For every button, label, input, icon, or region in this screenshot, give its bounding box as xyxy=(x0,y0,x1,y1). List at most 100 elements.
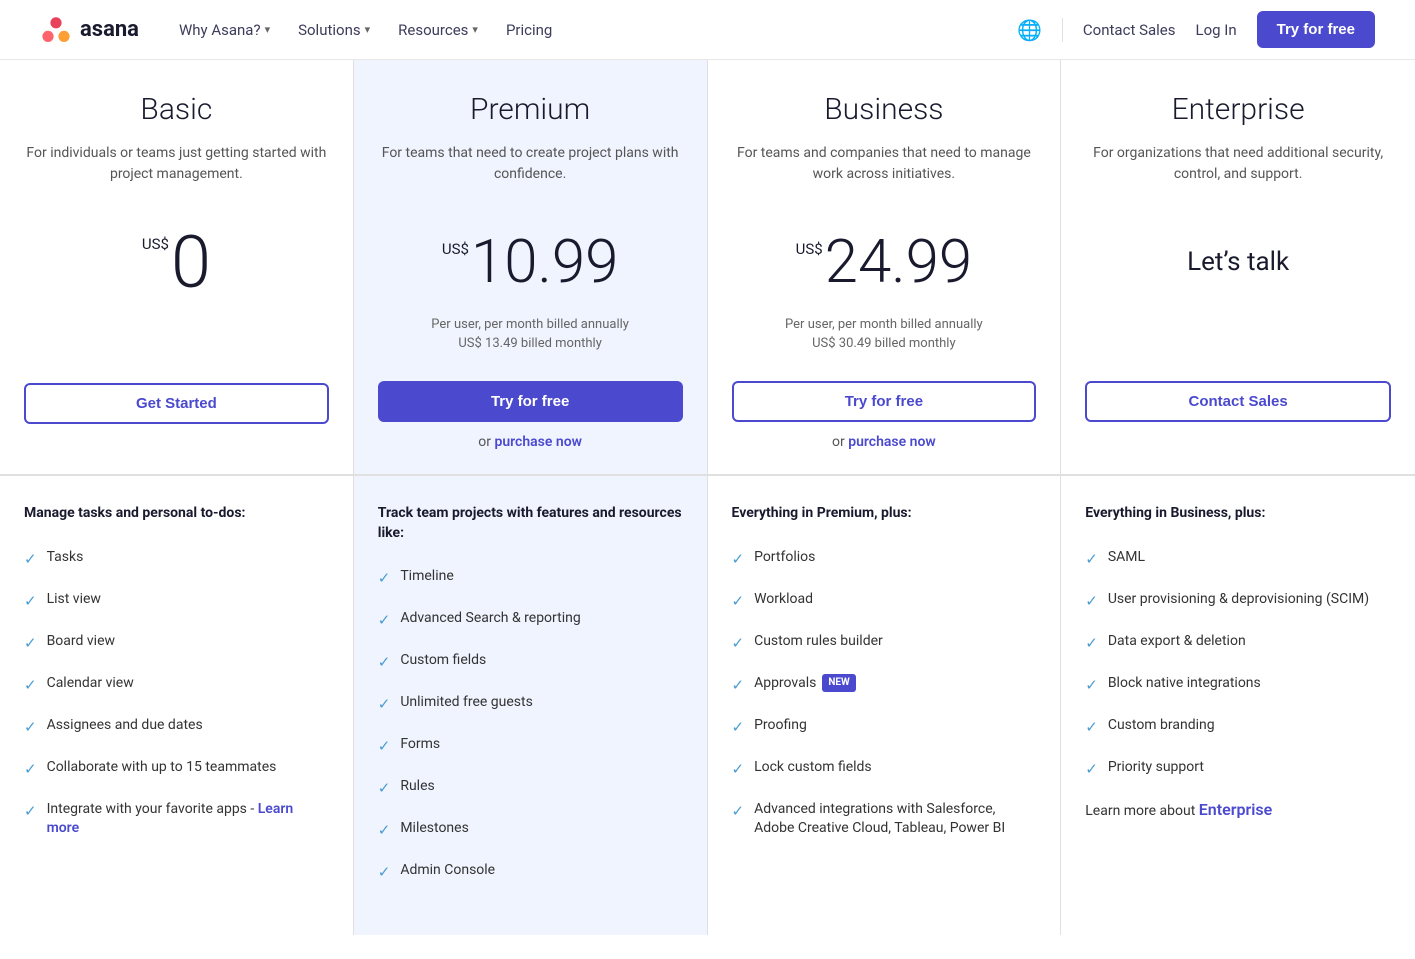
nav-why-asana[interactable]: Why Asana? ▾ xyxy=(179,21,270,39)
price-value: 0 xyxy=(171,227,211,299)
list-item: ✓ Timeline xyxy=(378,567,683,589)
list-item: ✓Block native integrations xyxy=(1085,674,1391,696)
nav-resources[interactable]: Resources ▾ xyxy=(398,21,478,39)
check-icon: ✓ xyxy=(1085,717,1098,738)
feature-text: ApprovalsNEW xyxy=(754,674,1036,694)
check-icon: ✓ xyxy=(732,717,745,738)
check-icon: ✓ xyxy=(732,801,745,822)
plan-cta-enterprise[interactable]: Contact Sales xyxy=(1085,381,1391,422)
plan-cta-premium[interactable]: Try for free xyxy=(378,381,683,422)
check-icon: ✓ xyxy=(378,862,391,883)
feature-text: Advanced integrations with Salesforce, A… xyxy=(754,800,1036,839)
feature-text: Milestones xyxy=(400,819,682,839)
list-item: ✓ ApprovalsNEW xyxy=(732,674,1037,696)
list-item: ✓Forms xyxy=(378,735,683,757)
list-item: ✓Workload xyxy=(732,590,1037,612)
contact-sales-link[interactable]: Contact Sales xyxy=(1083,21,1176,39)
pricing-grid: BasicFor individuals or teams just getti… xyxy=(0,60,1415,476)
list-item: ✓Custom fields xyxy=(378,651,683,673)
plan-desc-business: For teams and companies that need to man… xyxy=(732,143,1037,203)
feature-text: Block native integrations xyxy=(1108,674,1391,694)
feature-list-2: ✓Portfolios✓Workload✓Custom rules builde… xyxy=(732,548,1037,839)
features-grid: Manage tasks and personal to-dos:✓Tasks✓… xyxy=(0,476,1415,935)
list-item: ✓List view xyxy=(24,590,329,612)
billed-monthly: US$ 13.49 billed monthly xyxy=(431,336,629,351)
list-item: ✓ Tasks xyxy=(24,548,329,570)
feature-text: Timeline xyxy=(400,567,682,587)
list-item: ✓ Advanced integrations with Salesforce, … xyxy=(732,800,1037,839)
feature-list-0: ✓Tasks✓List view✓Board view✓Calendar vie… xyxy=(24,548,329,839)
navbar: asana Why Asana? ▾ Solutions ▾ Resources… xyxy=(0,0,1415,60)
plan-billed-premium: Per user, per month billed annually US$ 1… xyxy=(431,317,629,361)
features-col-0: Manage tasks and personal to-dos:✓Tasks✓… xyxy=(0,476,354,935)
currency-label: US$ xyxy=(442,240,469,258)
plan-cta-area-enterprise: Contact Sales xyxy=(1085,381,1391,422)
check-icon: ✓ xyxy=(24,759,37,780)
check-icon: ✓ xyxy=(732,549,745,570)
list-item: ✓Priority support xyxy=(1085,758,1391,780)
features-heading-3: Everything in Business, plus: xyxy=(1085,504,1391,524)
list-item: ✓Custom rules builder xyxy=(732,632,1037,654)
check-icon: ✓ xyxy=(24,549,37,570)
check-icon: ✓ xyxy=(732,759,745,780)
plan-cta-business[interactable]: Try for free xyxy=(732,381,1037,422)
list-item: ✓Board view xyxy=(24,632,329,654)
feature-text: Custom branding xyxy=(1108,716,1391,736)
list-item: ✓Admin Console xyxy=(378,861,683,883)
billed-annually: Per user, per month billed annually xyxy=(785,317,983,332)
plan-billed-business: Per user, per month billed annually US$ 3… xyxy=(785,317,983,361)
feature-list-3: ✓SAML✓User provisioning & deprovisioning… xyxy=(1085,548,1391,780)
currency-label: US$ xyxy=(796,240,823,258)
check-icon: ✓ xyxy=(24,801,37,822)
feature-text: Collaborate with up to 15 teammates xyxy=(47,758,329,778)
features-col-1: Track team projects with features and re… xyxy=(354,476,708,935)
list-item: ✓ Milestones xyxy=(378,819,683,841)
check-icon: ✓ xyxy=(378,694,391,715)
billed-monthly: US$ 30.49 billed monthly xyxy=(785,336,983,351)
purchase-now-link[interactable]: purchase now xyxy=(848,434,936,450)
nav-try-button[interactable]: Try for free xyxy=(1257,11,1375,48)
list-item: ✓Assignees and due dates xyxy=(24,716,329,738)
plan-col-basic: BasicFor individuals or teams just getti… xyxy=(0,60,354,474)
globe-icon[interactable]: 🌐 xyxy=(1017,18,1042,42)
check-icon: ✓ xyxy=(378,568,391,589)
learn-more-link[interactable]: Learn more xyxy=(47,801,294,837)
login-link[interactable]: Log In xyxy=(1195,21,1236,39)
list-item: ✓ Proofing xyxy=(732,716,1037,738)
nav-pricing[interactable]: Pricing xyxy=(506,21,552,39)
enterprise-learn-more-link[interactable]: Enterprise xyxy=(1199,800,1272,819)
list-item: ✓ Custom branding xyxy=(1085,716,1391,738)
feature-text: Proofing xyxy=(754,716,1036,736)
check-icon: ✓ xyxy=(24,591,37,612)
check-icon: ✓ xyxy=(1085,633,1098,654)
plan-col-business: BusinessFor teams and companies that nee… xyxy=(708,60,1062,474)
check-icon: ✓ xyxy=(378,610,391,631)
list-item: ✓Unlimited free guests xyxy=(378,693,683,715)
feature-text: Lock custom fields xyxy=(754,758,1036,778)
list-item: ✓User provisioning & deprovisioning (SCI… xyxy=(1085,590,1391,612)
billed-annually: Per user, per month billed annually xyxy=(431,317,629,332)
nav-solutions[interactable]: Solutions ▾ xyxy=(298,21,370,39)
chevron-down-icon: ▾ xyxy=(365,23,371,36)
logo[interactable]: asana xyxy=(40,14,139,46)
feature-text: Assignees and due dates xyxy=(47,716,329,736)
features-col-2: Everything in Premium, plus:✓Portfolios✓… xyxy=(708,476,1062,935)
feature-text: Advanced Search & reporting xyxy=(400,609,682,629)
feature-text: Priority support xyxy=(1108,758,1391,778)
check-icon: ✓ xyxy=(378,820,391,841)
feature-text: Tasks xyxy=(47,548,329,568)
purchase-now-link[interactable]: purchase now xyxy=(494,434,582,450)
plan-cta-area-business: Try for freeor purchase now xyxy=(732,381,1037,450)
plan-cta-area-premium: Try for free or purchase now xyxy=(378,381,683,450)
plan-cta-basic[interactable]: Get Started xyxy=(24,383,329,424)
price-value: 10.99 xyxy=(471,232,618,292)
purchase-row-premium: or purchase now xyxy=(378,434,683,450)
check-icon: ✓ xyxy=(378,652,391,673)
feature-text: Integrate with your favorite apps - Lear… xyxy=(47,800,329,839)
feature-text: Board view xyxy=(47,632,329,652)
check-icon: ✓ xyxy=(732,675,745,696)
plan-name-basic: Basic xyxy=(140,92,212,127)
plan-desc-enterprise: For organizations that need additional s… xyxy=(1085,143,1391,203)
plan-cta-area-basic: Get Started xyxy=(24,383,329,424)
nav-right: 🌐 Contact Sales Log In Try for free xyxy=(1017,11,1375,48)
